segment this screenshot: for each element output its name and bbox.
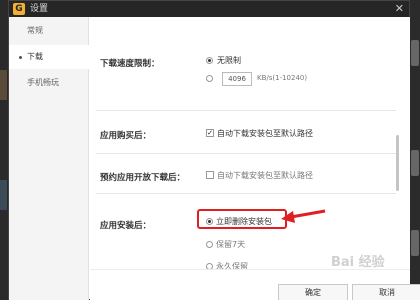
radio-keep-forever-label: 永久保留 (216, 262, 248, 269)
after-install-label: 应用安装后： (100, 221, 152, 231)
ok-button[interactable]: 确定 (278, 284, 348, 300)
window-title: 设置 (30, 4, 49, 14)
sidebar: 常规 下载 手机畅玩 (9, 17, 89, 300)
divider (96, 110, 396, 111)
dialog-footer: 确定 取消 (90, 269, 420, 300)
sidebar-item-download[interactable]: 下载 (9, 45, 89, 69)
sidebar-item-general[interactable]: 常规 (9, 19, 89, 43)
annotation-arrow-icon (281, 209, 326, 223)
auto-download-purchase-label: 自动下载安装包至默认路径 (217, 129, 313, 138)
settings-dialog: G 设置 ✕ 常规 下载 手机畅玩 下载速度限制： 无限制 4096 KB/s(… (8, 0, 420, 300)
divider (96, 153, 396, 154)
speed-limit-input[interactable]: 4096 (222, 72, 252, 86)
auto-download-purchase-checkbox[interactable]: ✓ (206, 129, 214, 137)
divider (96, 193, 396, 194)
speed-limit-unit: KB/s(1-10240) (257, 74, 308, 82)
background-right (410, 0, 420, 300)
radio-unlimited-label: 无限制 (217, 56, 241, 65)
auto-download-reserved-label: 自动下载安装包至默认路径 (217, 171, 313, 180)
reserved-app-label: 预约应用开放下载后： (100, 173, 186, 183)
scrollbar-thumb[interactable] (396, 135, 399, 191)
app-logo: G (13, 3, 25, 15)
radio-unlimited[interactable] (206, 57, 213, 64)
radio-keep-7-days[interactable] (206, 241, 213, 248)
settings-content: 下载速度限制： 无限制 4096 KB/s(1-10240) 应用购买后： ✓ … (90, 17, 410, 269)
radio-speed-limit[interactable] (206, 75, 213, 82)
background-thumbnail (0, 70, 7, 100)
background-thumbnail (411, 230, 419, 256)
auto-download-reserved-checkbox[interactable] (206, 171, 214, 179)
download-speed-label: 下载速度限制： (100, 59, 160, 69)
background-thumbnail (411, 40, 419, 66)
background-thumbnail (0, 180, 7, 210)
background-left (0, 0, 8, 300)
close-icon[interactable]: ✕ (395, 2, 404, 15)
watermark: Bai 经验 (331, 255, 385, 270)
background-thumbnail (411, 150, 419, 176)
radio-keep-7-days-label: 保留7天 (216, 240, 246, 249)
annotation-highlight-box (197, 209, 287, 229)
title-bar: G 设置 ✕ (9, 1, 409, 17)
cancel-button[interactable]: 取消 (352, 284, 420, 300)
sidebar-item-mobile-play[interactable]: 手机畅玩 (9, 71, 89, 95)
after-purchase-label: 应用购买后： (100, 131, 152, 141)
